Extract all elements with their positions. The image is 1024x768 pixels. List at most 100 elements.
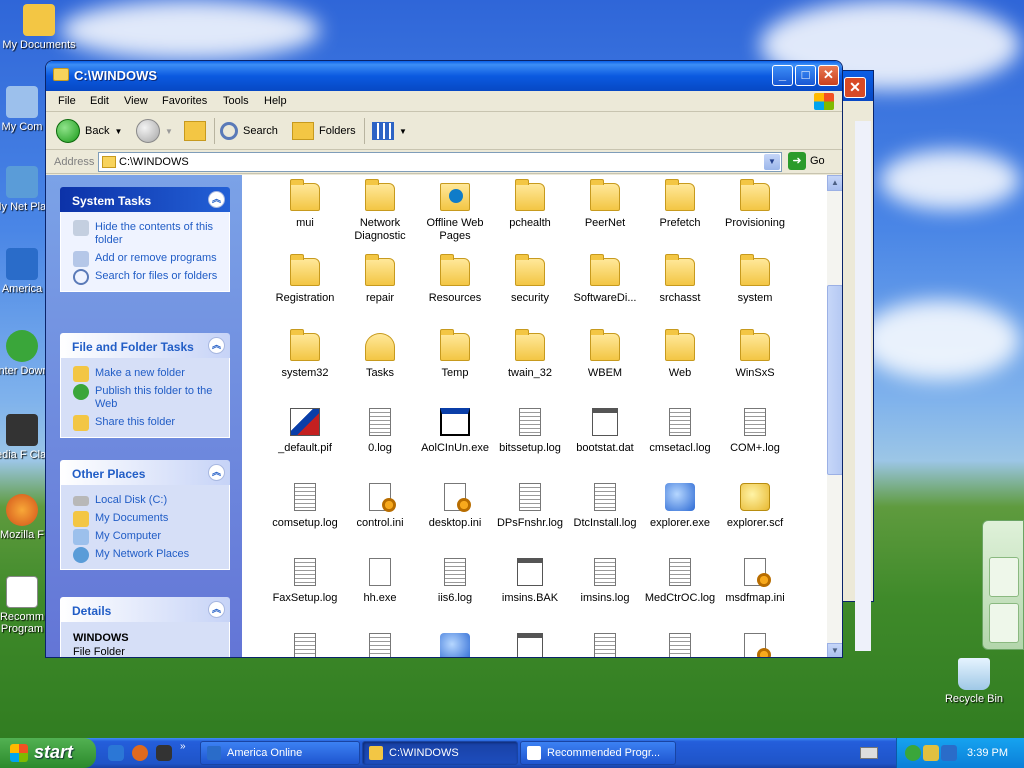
file-item[interactable]: comsetup.log bbox=[268, 483, 342, 530]
chevron-down-icon[interactable]: ▼ bbox=[165, 127, 173, 136]
menu-view[interactable]: View bbox=[124, 95, 148, 107]
search-button[interactable]: Search bbox=[220, 118, 278, 144]
file-item[interactable]: srchasst bbox=[643, 254, 717, 305]
runner-gadget[interactable] bbox=[989, 603, 1019, 643]
network-tray-icon[interactable] bbox=[905, 745, 921, 761]
menu-help[interactable]: Help bbox=[264, 95, 287, 107]
file-item[interactable]: security bbox=[493, 254, 567, 305]
background-window[interactable]: ✕ bbox=[840, 70, 874, 651]
system-tasks-header[interactable]: System Tasks ︽ bbox=[60, 187, 230, 212]
minimize-button[interactable]: _ bbox=[772, 65, 793, 86]
go-button[interactable]: ➜ Go bbox=[788, 152, 825, 170]
scroll-thumb[interactable] bbox=[827, 285, 842, 475]
menu-file[interactable]: File bbox=[58, 95, 76, 107]
title-bar[interactable]: C:\WINDOWS _ □ ✕ bbox=[46, 61, 842, 91]
collapse-icon[interactable]: ︽ bbox=[208, 601, 225, 618]
quick-launch-media-icon[interactable] bbox=[156, 745, 172, 761]
file-item[interactable] bbox=[343, 633, 417, 657]
file-item[interactable]: imsins.log bbox=[568, 558, 642, 605]
desktop-icon-recycle-bin[interactable]: Recycle Bin bbox=[936, 658, 1012, 705]
new-folder-link[interactable]: Make a new folder bbox=[61, 364, 229, 382]
file-item[interactable]: desktop.ini bbox=[418, 483, 492, 530]
background-window-scrollbar[interactable] bbox=[855, 121, 871, 651]
background-window-close-button[interactable]: ✕ bbox=[844, 77, 866, 98]
file-item[interactable]: twain_32 bbox=[493, 329, 567, 380]
address-dropdown-button[interactable]: ▼ bbox=[764, 154, 780, 170]
collapse-icon[interactable]: ︽ bbox=[208, 337, 225, 354]
quick-launch-chevron-icon[interactable]: » bbox=[180, 741, 186, 752]
file-item[interactable]: explorer.exe bbox=[643, 483, 717, 530]
file-item[interactable]: SoftwareDi... bbox=[568, 254, 642, 305]
file-item[interactable]: PeerNet bbox=[568, 179, 642, 230]
file-item[interactable]: MedCtrOC.log bbox=[643, 558, 717, 605]
mail-gadget[interactable] bbox=[989, 557, 1019, 597]
file-item[interactable] bbox=[493, 633, 567, 657]
file-item[interactable]: Temp bbox=[418, 329, 492, 380]
chevron-down-icon[interactable]: ▼ bbox=[114, 127, 122, 136]
keyboard-icon[interactable] bbox=[860, 747, 878, 759]
file-item[interactable]: system bbox=[718, 254, 792, 305]
file-item[interactable]: iis6.log bbox=[418, 558, 492, 605]
file-item[interactable]: DtcInstall.log bbox=[568, 483, 642, 530]
my-documents-link[interactable]: My Documents bbox=[61, 509, 229, 527]
file-item[interactable]: imsins.BAK bbox=[493, 558, 567, 605]
up-folder-button[interactable] bbox=[184, 118, 206, 144]
my-network-places-link[interactable]: My Network Places bbox=[61, 545, 229, 563]
right-scrollbar[interactable]: ▲ ▼ bbox=[827, 175, 842, 657]
file-item[interactable]: AolCInUn.exe bbox=[418, 408, 492, 455]
file-item[interactable]: FaxSetup.log bbox=[268, 558, 342, 605]
maximize-button[interactable]: □ bbox=[795, 65, 816, 86]
file-item[interactable]: Web bbox=[643, 329, 717, 380]
hide-contents-link[interactable]: Hide the contents of this folder bbox=[61, 218, 229, 249]
file-item[interactable]: _default.pif bbox=[268, 408, 342, 455]
taskbar-item-windows-folder[interactable]: C:\WINDOWS bbox=[362, 741, 518, 765]
scroll-down-button[interactable]: ▼ bbox=[827, 643, 842, 657]
add-remove-programs-link[interactable]: Add or remove programs bbox=[61, 249, 229, 267]
file-item[interactable]: Tasks bbox=[343, 333, 417, 380]
file-item[interactable]: bootstat.dat bbox=[568, 408, 642, 455]
file-item[interactable]: 0.log bbox=[343, 408, 417, 455]
file-item[interactable]: COM+.log bbox=[718, 408, 792, 455]
forward-button[interactable]: ▼ bbox=[136, 118, 173, 144]
file-item[interactable]: msdfmap.ini bbox=[718, 558, 792, 605]
publish-web-link[interactable]: Publish this folder to the Web bbox=[61, 382, 229, 413]
file-item[interactable]: cmsetacl.log bbox=[643, 408, 717, 455]
clock[interactable]: 3:39 PM bbox=[967, 747, 1008, 759]
back-button[interactable]: Back ▼ bbox=[56, 118, 122, 144]
file-item[interactable]: explorer.scf bbox=[718, 483, 792, 530]
menu-tools[interactable]: Tools bbox=[223, 95, 249, 107]
file-item[interactable]: WBEM bbox=[568, 329, 642, 380]
taskbar-item-america-online[interactable]: America Online bbox=[200, 741, 360, 765]
file-item[interactable] bbox=[568, 633, 642, 657]
details-header[interactable]: Details ︽ bbox=[60, 597, 230, 622]
collapse-icon[interactable]: ︽ bbox=[208, 464, 225, 481]
file-item[interactable] bbox=[718, 633, 792, 657]
file-item[interactable]: Offline Web Pages bbox=[418, 183, 492, 243]
file-item[interactable]: Registration bbox=[268, 254, 342, 305]
menu-favorites[interactable]: Favorites bbox=[162, 95, 207, 107]
local-disk-link[interactable]: Local Disk (C:) bbox=[61, 491, 229, 509]
search-files-link[interactable]: Search for files or folders bbox=[61, 267, 229, 285]
close-button[interactable]: ✕ bbox=[818, 65, 839, 86]
address-input[interactable]: C:\WINDOWS ▼ bbox=[98, 152, 782, 172]
file-item[interactable] bbox=[268, 633, 342, 657]
file-item[interactable]: system32 bbox=[268, 329, 342, 380]
file-item[interactable]: hh.exe bbox=[343, 558, 417, 605]
other-places-header[interactable]: Other Places ︽ bbox=[60, 460, 230, 485]
file-item[interactable]: DPsFnshr.log bbox=[493, 483, 567, 530]
desktop-icon-my-documents[interactable]: My Documents bbox=[1, 4, 77, 51]
file-folder-tasks-header[interactable]: File and Folder Tasks ︽ bbox=[60, 333, 230, 358]
file-item[interactable]: repair bbox=[343, 254, 417, 305]
file-item[interactable]: Prefetch bbox=[643, 179, 717, 230]
share-folder-link[interactable]: Share this folder bbox=[61, 413, 229, 431]
file-item[interactable]: control.ini bbox=[343, 483, 417, 530]
views-button[interactable]: ▼ bbox=[372, 118, 407, 144]
file-item[interactable] bbox=[418, 633, 492, 657]
file-item[interactable]: bitssetup.log bbox=[493, 408, 567, 455]
scroll-up-button[interactable]: ▲ bbox=[827, 175, 842, 191]
collapse-icon[interactable]: ︽ bbox=[208, 191, 225, 208]
file-item[interactable]: Resources bbox=[418, 254, 492, 305]
file-item[interactable]: pchealth bbox=[493, 179, 567, 230]
quick-launch-firefox-icon[interactable] bbox=[132, 745, 148, 761]
file-item[interactable]: Network Diagnostic bbox=[343, 179, 417, 243]
